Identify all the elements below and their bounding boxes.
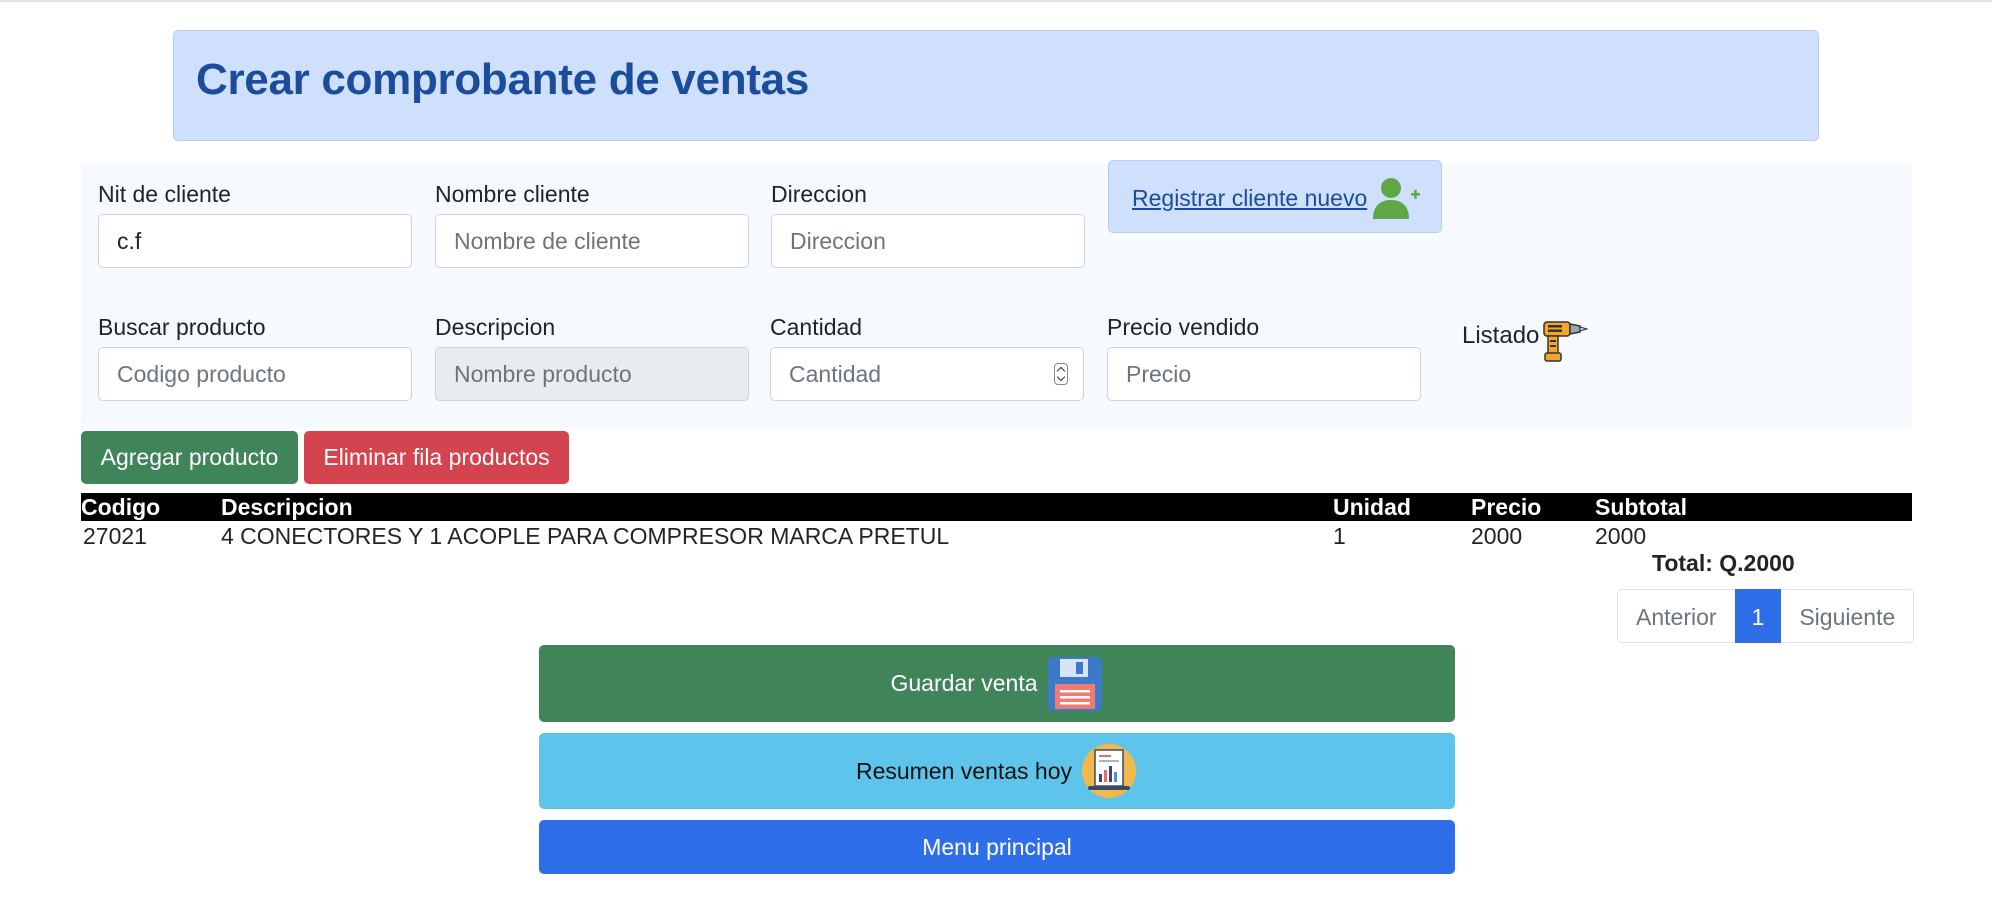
client-name-field: Nombre cliente [435, 182, 749, 268]
product-search-input[interactable] [98, 347, 412, 401]
quantity-input[interactable] [770, 347, 1084, 401]
cell-unidad: 1 [1333, 523, 1346, 549]
quantity-stepper[interactable] [1054, 363, 1068, 385]
pagination: Anterior 1 Siguiente [1617, 589, 1915, 643]
listado-label[interactable]: Listado [1462, 322, 1539, 350]
cell-precio: 2000 [1471, 523, 1523, 549]
products-table: Codigo Descripcion Unidad Precio Subtota… [81, 493, 1912, 551]
product-search-label: Buscar producto [98, 314, 266, 340]
add-user-icon[interactable] [1371, 175, 1421, 221]
daily-summary-label: Resumen ventas hoy [855, 757, 1073, 784]
nit-field: Nit de cliente [98, 182, 412, 268]
quantity-field: Cantidad [770, 315, 1084, 401]
drill-icon[interactable] [1540, 316, 1588, 364]
cell-subtotal: 2000 [1595, 523, 1647, 549]
quantity-label: Cantidad [770, 314, 863, 340]
remove-product-row-button[interactable]: Eliminar fila productos [304, 431, 569, 484]
pagination-next[interactable]: Siguiente [1781, 589, 1915, 643]
cell-codigo: 27021 [83, 523, 147, 549]
main-menu-button[interactable]: Menu principal [539, 820, 1455, 874]
address-input[interactable] [771, 214, 1085, 268]
product-desc-field: Descripcion [435, 315, 749, 401]
product-search-field: Buscar producto [98, 315, 412, 401]
save-sale-label: Guardar venta [890, 670, 1038, 696]
client-name-input[interactable] [435, 214, 749, 268]
add-product-button[interactable]: Agregar producto [81, 431, 298, 484]
floppy-disk-icon [1047, 656, 1102, 711]
price-field: Precio vendido [1107, 315, 1421, 401]
price-input[interactable] [1107, 347, 1421, 401]
top-border [0, 0, 1992, 2]
nit-label: Nit de cliente [98, 181, 231, 207]
header-precio: Precio [1471, 493, 1595, 521]
register-client-link[interactable]: Registrar cliente nuevo [1132, 185, 1367, 212]
daily-summary-button[interactable]: Resumen ventas hoy [539, 733, 1455, 809]
price-label: Precio vendido [1107, 314, 1260, 340]
table-header-row: Codigo Descripcion Unidad Precio Subtota… [81, 493, 1912, 521]
client-name-label: Nombre cliente [435, 181, 590, 207]
register-client-box: Registrar cliente nuevo [1108, 160, 1442, 233]
product-desc-label: Descripcion [435, 314, 556, 340]
header-unidad: Unidad [1333, 493, 1471, 521]
address-field: Direccion [771, 182, 1085, 268]
pagination-prev[interactable]: Anterior [1617, 589, 1735, 643]
nit-input[interactable] [98, 214, 412, 268]
header-subtotal: Subtotal [1595, 493, 1912, 521]
header-descripcion: Descripcion [221, 493, 1333, 521]
save-sale-button[interactable]: Guardar venta [539, 645, 1455, 722]
product-desc-input [435, 347, 749, 401]
total-amount: Total: Q.2000 [1652, 550, 1795, 576]
page-header: Crear comprobante de ventas [173, 30, 1819, 141]
report-chart-icon [1082, 744, 1137, 798]
pagination-page[interactable]: 1 [1734, 589, 1782, 643]
quantity-wrapper [770, 347, 1084, 401]
table-row[interactable]: 27021 4 CONECTORES Y 1 ACOPLE PARA COMPR… [81, 521, 1912, 551]
page-title: Crear comprobante de ventas [196, 55, 809, 104]
address-label: Direccion [771, 181, 867, 207]
cell-descripcion: 4 CONECTORES Y 1 ACOPLE PARA COMPRESOR M… [221, 523, 950, 549]
header-codigo: Codigo [81, 493, 221, 521]
